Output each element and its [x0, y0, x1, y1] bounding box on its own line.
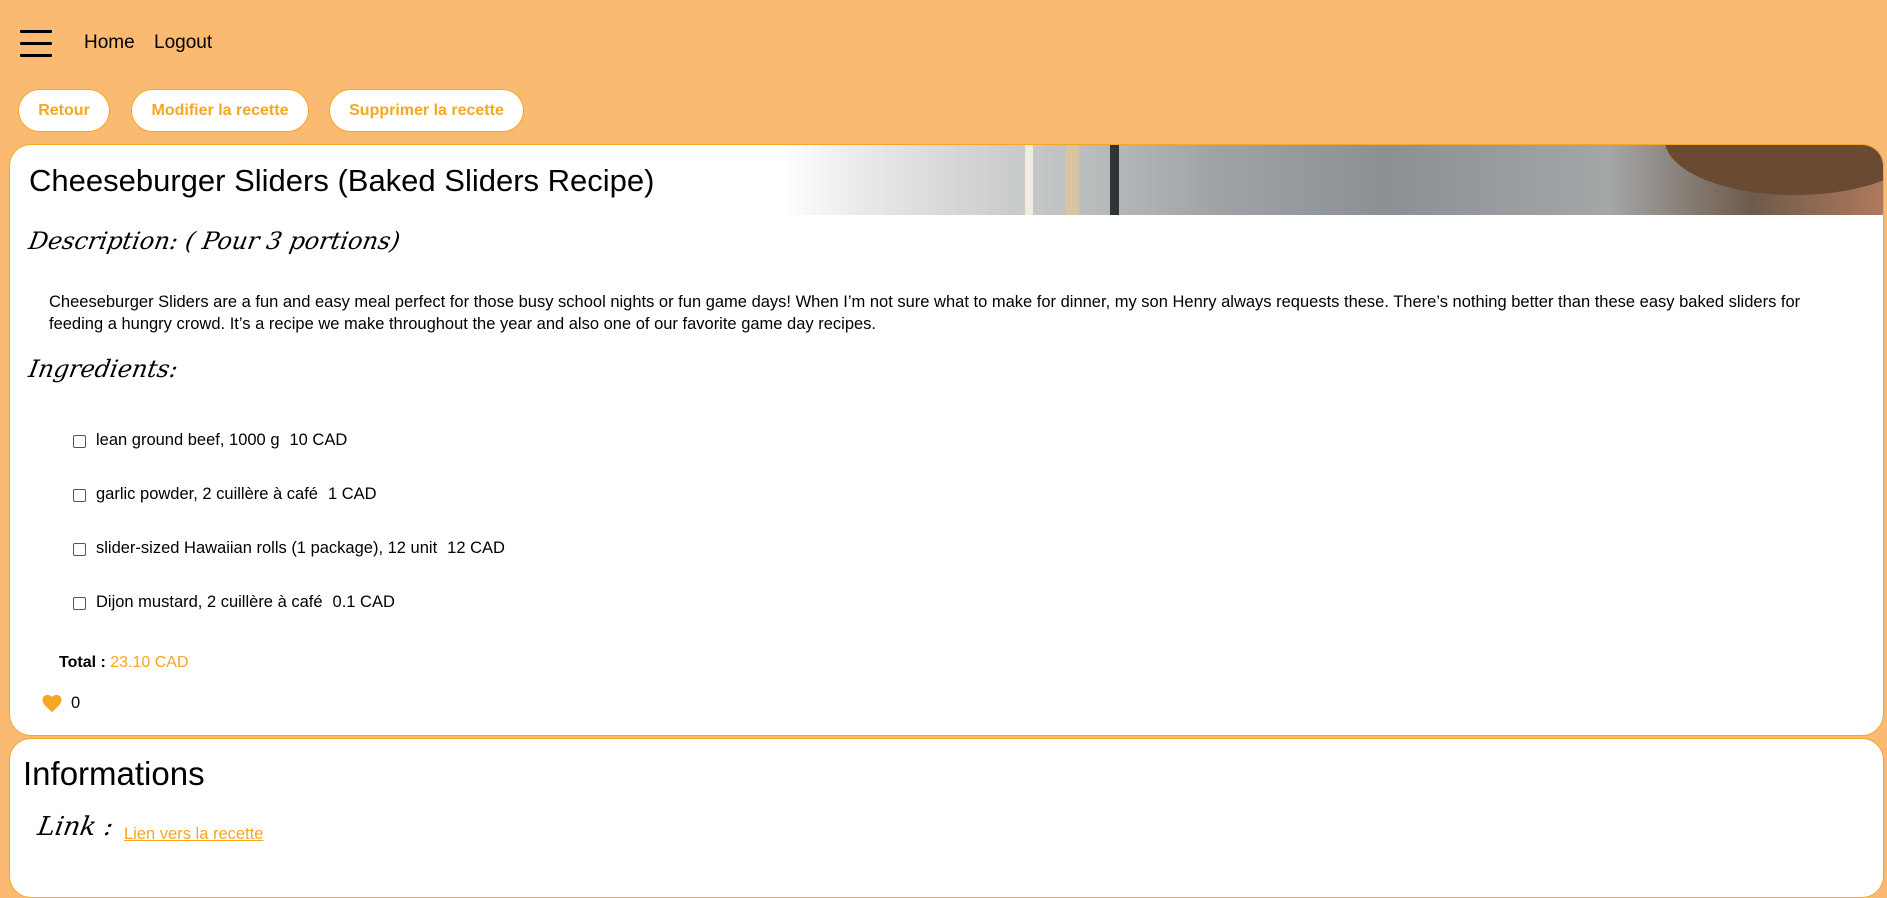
ingredient-name: slider-sized Hawaiian rolls (1 package),…	[96, 539, 438, 557]
heart-icon[interactable]	[41, 693, 63, 713]
nav-home-link[interactable]: Home	[84, 32, 135, 54]
nav-logout-link[interactable]: Logout	[154, 32, 212, 54]
ingredient-name: garlic powder, 2 cuillère à café	[96, 485, 318, 503]
link-label: Link :	[35, 812, 116, 842]
recipe-source-link[interactable]: Lien vers la recette	[124, 825, 263, 844]
ingredients-list: lean ground beef, 1000 g 10 CAD garlic p…	[73, 431, 505, 647]
ingredient-checkbox[interactable]	[73, 543, 86, 556]
delete-recipe-button[interactable]: Supprimer la recette	[329, 89, 524, 132]
ingredient-item: Dijon mustard, 2 cuillère à café 0.1 CAD	[73, 593, 505, 647]
ingredient-price: 0.1 CAD	[332, 593, 395, 611]
ingredient-checkbox[interactable]	[73, 489, 86, 502]
ingredient-checkbox[interactable]	[73, 435, 86, 448]
ingredient-price: 10 CAD	[289, 431, 348, 449]
ingredient-price: 12 CAD	[447, 539, 505, 557]
ingredient-name: lean ground beef, 1000 g	[96, 431, 280, 449]
ingredient-price: 1 CAD	[327, 485, 377, 503]
ingredient-item: lean ground beef, 1000 g 10 CAD	[73, 431, 505, 485]
ingredient-checkbox[interactable]	[73, 597, 86, 610]
total-value: 23.10 CAD	[110, 654, 189, 671]
back-button[interactable]: Retour	[18, 89, 110, 132]
top-navbar: Home Logout	[0, 0, 1887, 80]
ingredients-heading: Ingredients:	[26, 355, 181, 383]
recipe-card: Cheeseburger Sliders (Baked Sliders Reci…	[9, 144, 1884, 736]
ingredient-name: Dijon mustard, 2 cuillère à café	[96, 593, 323, 611]
ingredient-item: slider-sized Hawaiian rolls (1 package),…	[73, 539, 505, 593]
recipe-description: Cheeseburger Sliders are a fun and easy …	[49, 293, 1801, 333]
edit-recipe-button[interactable]: Modifier la recette	[131, 89, 309, 132]
ingredient-item: garlic powder, 2 cuillère à café 1 CAD	[73, 485, 505, 539]
recipe-title: Cheeseburger Sliders (Baked Sliders Reci…	[29, 163, 655, 198]
informations-card: Informations Link : Lien vers la recette	[9, 738, 1884, 898]
description-heading: Description: ( Pour 3 portions)	[26, 227, 403, 255]
likes: 0	[41, 693, 80, 713]
total-price: Total : 23.10 CAD	[59, 654, 189, 672]
recipe-hero-image	[780, 145, 1883, 215]
total-label: Total :	[59, 654, 106, 671]
hamburger-menu-icon[interactable]	[20, 30, 52, 60]
likes-count: 0	[71, 693, 81, 712]
informations-heading: Informations	[23, 755, 205, 792]
